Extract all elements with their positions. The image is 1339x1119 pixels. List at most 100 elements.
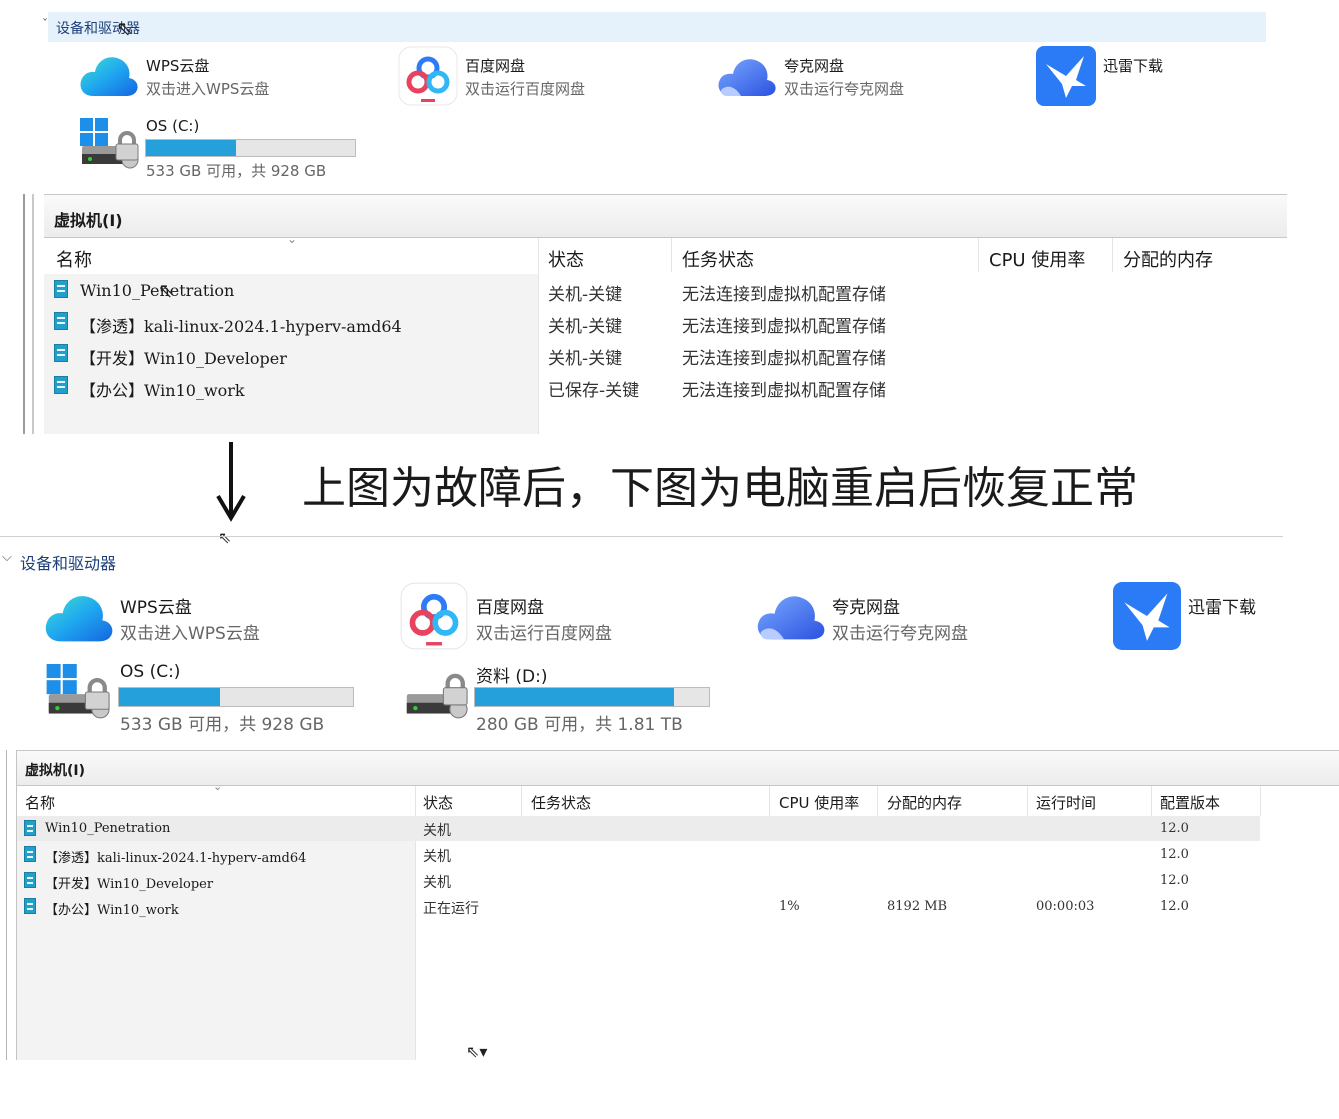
col-header-uptime[interactable]: 运行时间 [1036, 792, 1096, 813]
app-name: WPS云盘 [120, 598, 192, 618]
app-name: 迅雷下载 [1188, 598, 1256, 618]
section-label: 设备和驱动器 [20, 554, 117, 573]
app-name: 百度网盘 [465, 57, 526, 75]
column-divider[interactable] [978, 238, 979, 272]
vm-panel-title: 虚拟机(I) [54, 211, 123, 230]
app-name: 迅雷下载 [1103, 57, 1164, 75]
vm-state: 关机-关键 [548, 349, 623, 369]
app-name: 夸克网盘 [784, 57, 845, 75]
mouse-cursor-icon: ⇖ [158, 278, 175, 302]
drive-usage-bar [145, 139, 356, 157]
vm-task-state: 无法连接到虚拟机配置存储 [682, 285, 886, 305]
vm-task-state: 无法连接到虚拟机配置存储 [682, 381, 886, 401]
app-desc: 双击运行百度网盘 [476, 624, 612, 644]
column-divider[interactable] [538, 238, 539, 434]
vm-name: 【开发】Win10_Developer [45, 877, 214, 892]
app-desc: 双击运行夸克网盘 [832, 624, 968, 644]
wps-cloud-icon [79, 52, 139, 100]
column-divider[interactable] [521, 786, 522, 816]
annotation-note: 上图为故障后，下图为电脑重启后恢复正常 [302, 463, 1138, 514]
vm-state: 关机 [423, 849, 451, 865]
vm-name: 【办公】Win10_work [45, 903, 179, 918]
vm-icon [24, 846, 36, 862]
col-header-task[interactable]: 任务状态 [682, 246, 754, 272]
col-header-name[interactable]: 名称 [25, 792, 55, 813]
mouse-cursor-icon: ⇖▾ [466, 1042, 488, 1061]
vm-name: 【办公】Win10_work [80, 381, 245, 400]
drive-usage-bar [474, 687, 710, 707]
drive-usage-bar [118, 687, 354, 707]
vm-cpu-usage: 1% [779, 899, 800, 914]
app-desc: 双击运行夸克网盘 [784, 80, 905, 98]
app-desc: 双击进入WPS云盘 [146, 80, 270, 98]
app-name: 百度网盘 [476, 598, 544, 618]
vm-state: 关机-关键 [548, 285, 623, 305]
col-header-name[interactable]: 名称 [56, 246, 92, 272]
vm-state: 关机 [423, 875, 451, 891]
drive-usage-fill [119, 688, 220, 706]
vm-icon [24, 898, 36, 914]
vm-config-version: 12.0 [1160, 847, 1189, 862]
vm-icon [54, 376, 68, 394]
vm-name: 【渗透】kali-linux-2024.1-hyperv-amd64 [45, 851, 307, 866]
baidu-netdisk-icon [398, 46, 458, 106]
vm-icon [24, 820, 36, 836]
col-header-state[interactable]: 状态 [548, 246, 584, 272]
column-divider[interactable] [877, 786, 878, 816]
drive-icon [404, 664, 472, 720]
app-name: WPS云盘 [146, 57, 210, 75]
mouse-cursor-icon: ⇖ [218, 528, 232, 547]
column-divider[interactable] [1027, 786, 1028, 816]
col-header-cpu[interactable]: CPU 使用率 [989, 246, 1085, 272]
column-divider[interactable] [1112, 238, 1113, 272]
col-header-memory[interactable]: 分配的内存 [887, 792, 962, 813]
chevron-down-icon[interactable]: ˇ [42, 17, 48, 31]
quark-cloud-icon [756, 588, 826, 644]
drive-info: 280 GB 可用，共 1.81 TB [476, 715, 683, 735]
app-name: 夸克网盘 [832, 598, 900, 618]
col-header-task[interactable]: 任务状态 [531, 792, 591, 813]
drive-name: 资料 (D:) [476, 667, 548, 687]
vm-task-state: 无法连接到虚拟机配置存储 [682, 349, 886, 369]
col-header-cpu[interactable]: CPU 使用率 [779, 792, 859, 813]
app-desc: 双击进入WPS云盘 [120, 624, 260, 644]
devices-section-header[interactable]: ˇ 设备和驱动器 [42, 12, 1266, 42]
column-divider[interactable] [1151, 786, 1152, 816]
vm-memory: 8192 MB [887, 899, 948, 914]
vm-name: 【渗透】kali-linux-2024.1-hyperv-amd64 [80, 317, 402, 336]
windows-drive-icon [80, 118, 142, 170]
vm-state: 关机-关键 [548, 317, 623, 337]
drive-usage-fill [475, 688, 674, 706]
drive-name: OS (C:) [146, 117, 200, 135]
vm-panel-title: 虚拟机(I) [25, 763, 86, 779]
sort-chevron-icon: ⌄ [287, 232, 298, 246]
vm-panel-title-bar: 虚拟机(I) [44, 194, 1287, 238]
baidu-netdisk-icon [400, 582, 468, 650]
vm-icon [24, 872, 36, 888]
col-header-memory[interactable]: 分配的内存 [1123, 246, 1213, 272]
vm-icon [54, 312, 68, 330]
vm-task-state: 无法连接到虚拟机配置存储 [682, 317, 886, 337]
down-arrow-icon [216, 442, 246, 522]
col-header-state[interactable]: 状态 [423, 792, 453, 813]
column-divider[interactable] [671, 238, 672, 272]
vm-panel-top: 虚拟机(I) 名称 ⌄ 状态 任务状态 CPU 使用率 分配的内存 Win10_… [44, 194, 1287, 434]
vm-name: Win10_Penetration [45, 821, 171, 836]
windows-drive-icon [46, 664, 114, 720]
column-divider[interactable] [1260, 786, 1261, 816]
devices-section-header[interactable]: ⌵ 设备和驱动器 [0, 546, 700, 574]
vm-icon [54, 344, 68, 362]
drive-info: 533 GB 可用，共 928 GB [120, 715, 325, 735]
panel-border [32, 194, 34, 434]
vm-state: 关机 [423, 823, 451, 839]
vm-uptime: 00:00:03 [1036, 899, 1095, 914]
panel-border [23, 194, 25, 434]
xunlei-icon [1036, 46, 1096, 106]
vm-config-version: 12.0 [1160, 899, 1189, 914]
vm-panel-bottom: 虚拟机(I) 名称 ⌄ 状态 任务状态 CPU 使用率 分配的内存 运行时间 配… [16, 750, 1339, 1060]
xunlei-icon [1113, 582, 1181, 650]
chevron-down-icon[interactable]: ⌵ [2, 550, 12, 565]
col-header-config-version[interactable]: 配置版本 [1160, 792, 1220, 813]
column-divider[interactable] [769, 786, 770, 816]
mouse-cursor-icon: ⇖ [116, 16, 133, 40]
